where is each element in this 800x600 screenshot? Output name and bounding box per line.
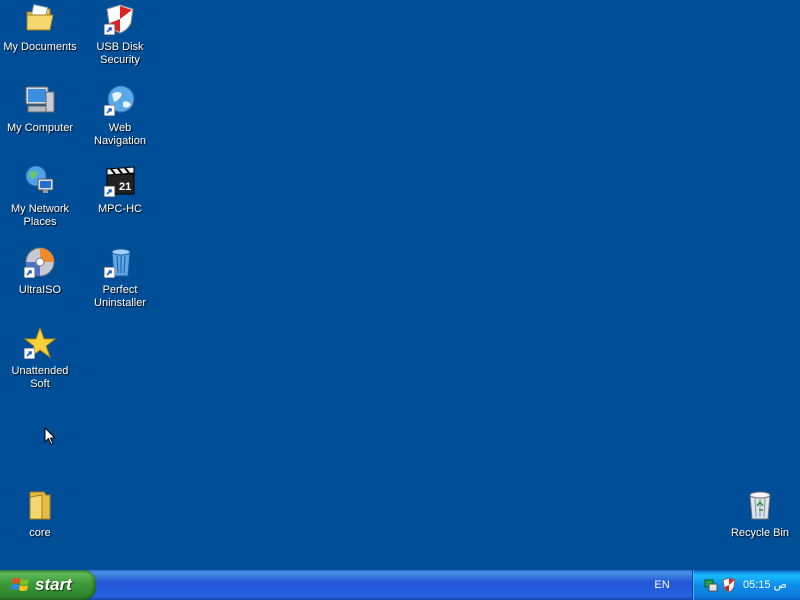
desktop-icon-my-documents[interactable]: My Documents (0, 3, 80, 54)
desktop-icon-label: Perfect Uninstaller (94, 284, 146, 309)
shield-tray-icon[interactable] (721, 577, 737, 593)
language-indicator[interactable]: EN (648, 570, 676, 600)
star-icon (23, 326, 57, 359)
shortcut-arrow-icon (104, 105, 115, 116)
desktop-icon-core[interactable]: core (0, 489, 80, 540)
network-tray-icon[interactable] (703, 577, 719, 593)
disc-icon (24, 246, 56, 278)
computer-icon (24, 84, 56, 116)
taskbar: start EN 05:15 ص (0, 570, 800, 600)
desktop-icon-label: My Network Places (10, 203, 70, 228)
desktop-icon-label: Recycle Bin (730, 527, 790, 539)
shortcut-arrow-icon (104, 24, 115, 35)
desktop-icon-label: My Documents (3, 41, 77, 53)
desktop: My Documents USB Disk Security My Comput… (0, 0, 800, 570)
shortcut-arrow-icon (104, 267, 115, 278)
svg-text:21: 21 (119, 181, 131, 193)
desktop-icon-label: Unattended Soft (11, 365, 69, 390)
desktop-icon-label: UltraISO (18, 284, 62, 296)
uninstaller-bin-icon (104, 246, 136, 278)
shortcut-arrow-icon (104, 186, 115, 197)
mouse-cursor-icon (44, 427, 56, 446)
shortcut-arrow-icon (24, 348, 35, 359)
desktop-icon-ultraiso[interactable]: UltraISO (0, 246, 80, 297)
shield-icon (104, 3, 136, 35)
desktop-icon-unattended-soft[interactable]: Unattended Soft (0, 326, 80, 391)
desktop-icon-label: core (29, 527, 51, 539)
recycle-bin-icon (744, 489, 776, 521)
film-clapper-icon: 21 (104, 165, 136, 197)
network-globe-icon (24, 165, 56, 197)
desktop-icon-my-network-places[interactable]: My Network Places (0, 165, 80, 229)
desktop-icon-perfect-uninstaller[interactable]: Perfect Uninstaller (80, 246, 160, 310)
windows-flag-icon (11, 578, 29, 591)
start-button[interactable]: start (0, 570, 96, 600)
shortcut-arrow-icon (24, 267, 35, 278)
desktop-icon-web-navigation[interactable]: Web Navigation (80, 84, 160, 148)
desktop-icon-recycle-bin[interactable]: Recycle Bin (720, 489, 800, 540)
desktop-icon-usb-disk-security[interactable]: USB Disk Security (80, 3, 160, 67)
desktop-icon-label: Web Navigation (94, 122, 146, 147)
desktop-icon-label: USB Disk Security (96, 41, 144, 66)
folder-documents-icon (24, 3, 56, 35)
clock[interactable]: 05:15 ص (743, 570, 787, 600)
desktop-icon-label: MPC-HC (98, 203, 142, 215)
desktop-icon-mpc-hc[interactable]: 21 MPC-HC (80, 165, 160, 216)
system-tray: 05:15 ص (692, 570, 800, 600)
folder-icon (24, 489, 56, 521)
start-label: start (35, 575, 72, 594)
desktop-icon-my-computer[interactable]: My Computer (0, 84, 80, 135)
desktop-icon-label: My Computer (6, 122, 74, 134)
globe-icon (104, 84, 136, 116)
